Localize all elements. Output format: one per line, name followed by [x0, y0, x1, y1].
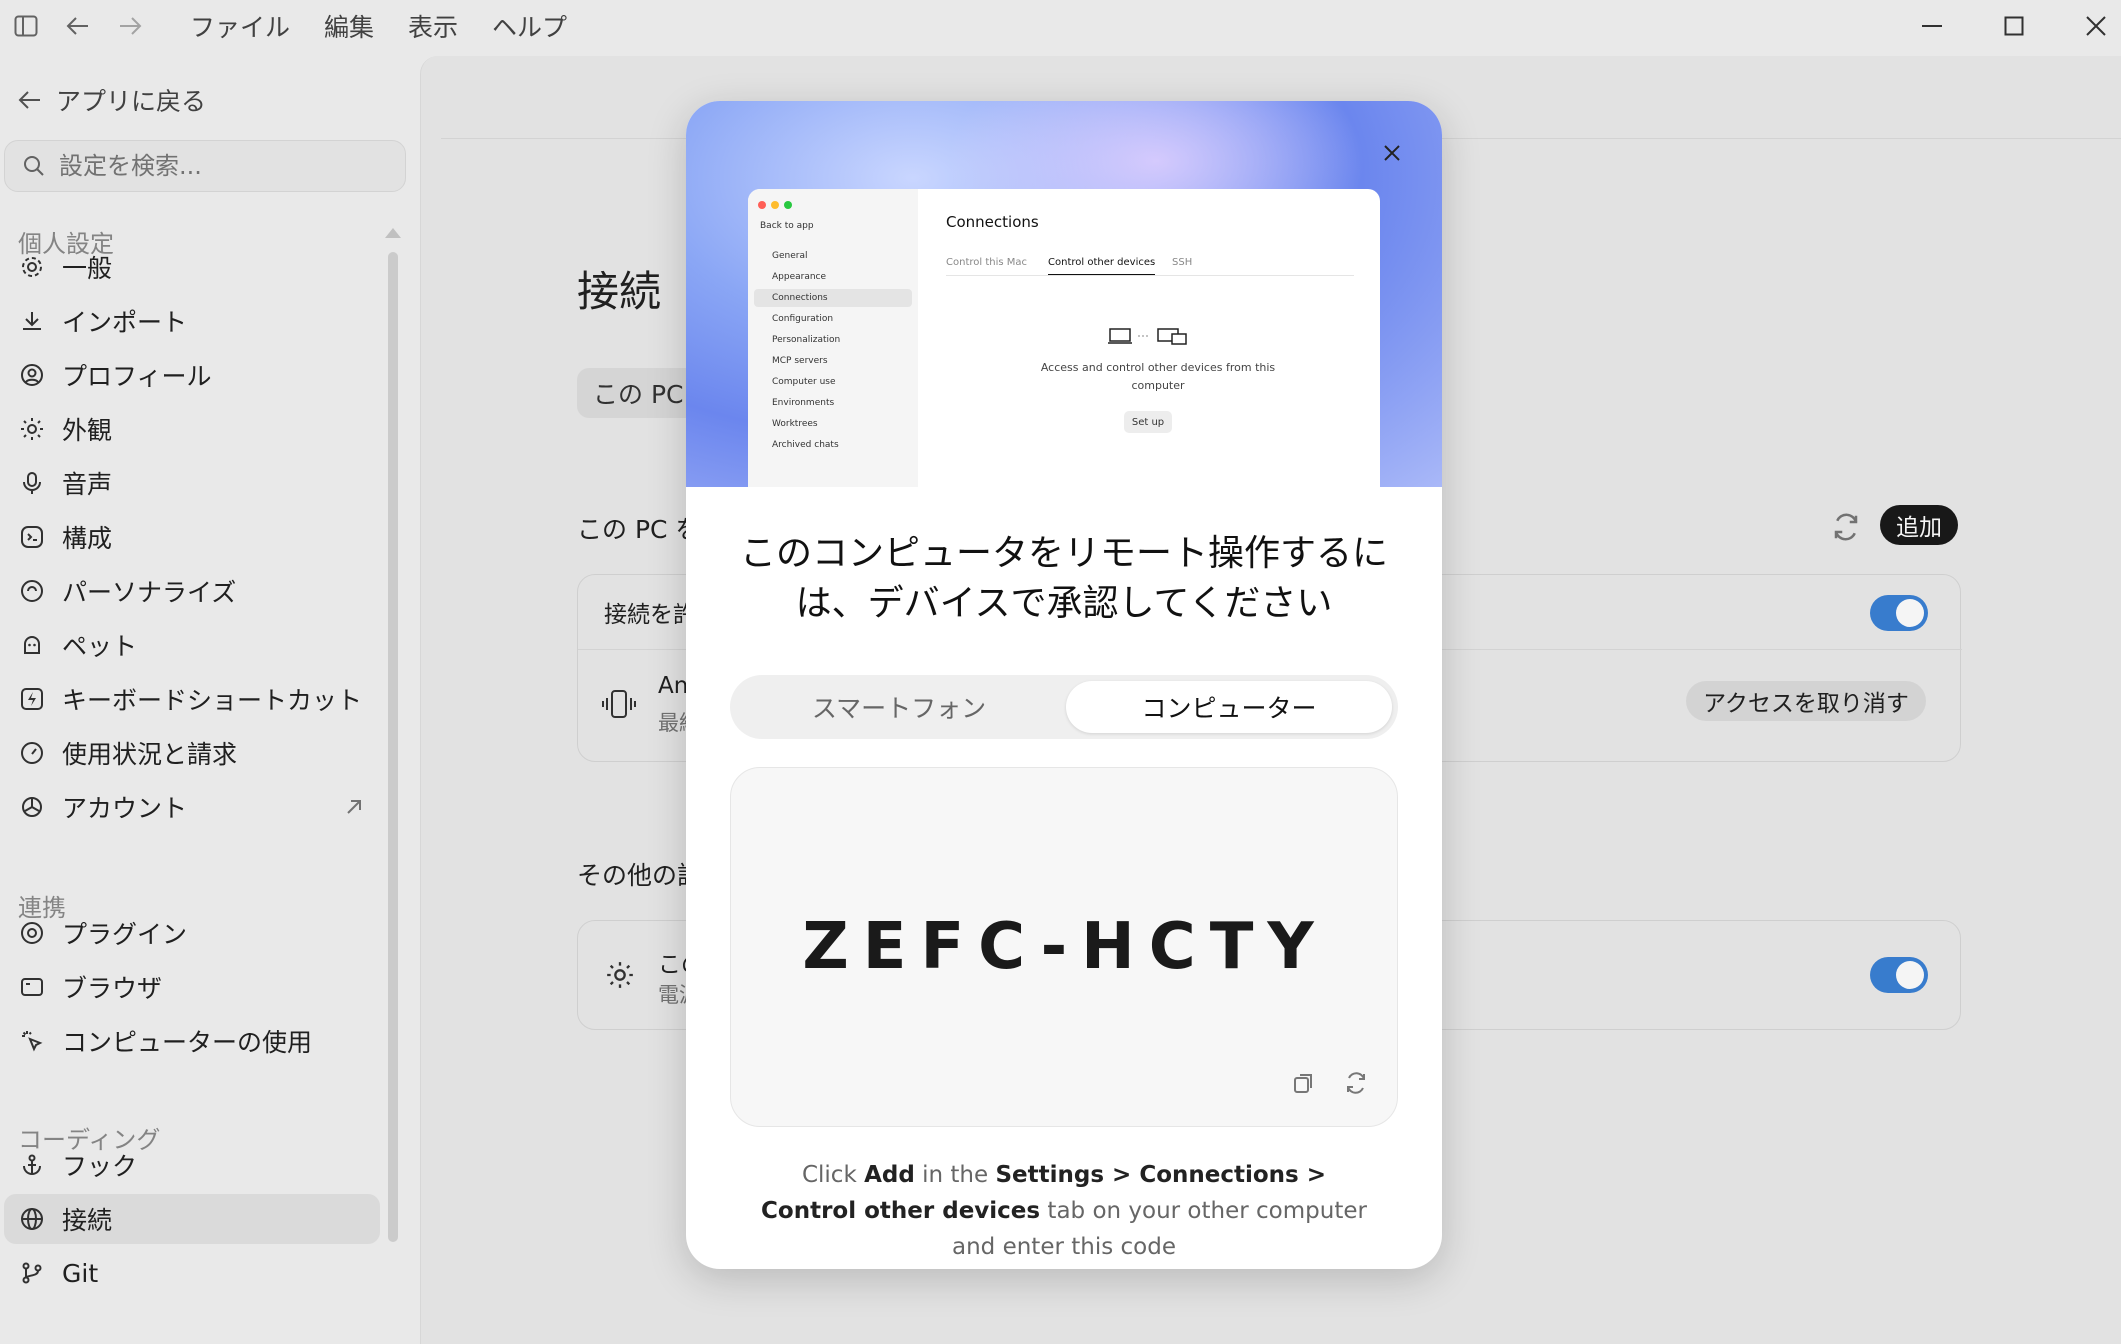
hint-add: Add	[864, 1162, 915, 1188]
device-type-segmented-control: スマートフォン コンピューター	[730, 675, 1398, 739]
copy-icon[interactable]	[1289, 1068, 1319, 1098]
settings-preview-image: Back to app General Appearance Connectio…	[748, 189, 1380, 487]
preview-item: MCP servers	[772, 356, 828, 366]
window-dots	[758, 201, 792, 209]
instructions-text: Click Add in the Settings > Connections …	[756, 1157, 1372, 1265]
preview-back: Back to app	[760, 221, 814, 231]
hint-text: Click	[801, 1162, 865, 1188]
preview-setup-button: Set up	[1124, 411, 1172, 433]
preview-sidebar: Back to app General Appearance Connectio…	[748, 189, 918, 487]
dialog-title-line-1: このコンピュータをリモート操作するに	[739, 533, 1388, 574]
dialog-title-line-2: は、デバイスで承認してください	[795, 583, 1333, 624]
pairing-code-card: ZEFC-HCTY	[730, 767, 1398, 1127]
preview-description: Access and control other devices from th…	[1040, 361, 1276, 392]
dialog-title: このコンピュータをリモート操作するに は、デバイスで承認してください	[686, 529, 1442, 629]
preview-item: General	[772, 251, 808, 261]
preview-item: Appearance	[772, 272, 827, 282]
preview-item: Computer use	[772, 377, 836, 387]
preview-item: Archived chats	[772, 440, 839, 450]
divider	[946, 275, 1354, 276]
hero-banner: Back to app General Appearance Connectio…	[686, 101, 1442, 487]
preview-item: Personalization	[772, 335, 841, 345]
preview-item: Worktrees	[772, 419, 818, 429]
pairing-code: ZEFC-HCTY	[802, 910, 1328, 984]
remote-approval-dialog: Back to app General Appearance Connectio…	[686, 101, 1442, 1269]
preview-item: Environments	[772, 398, 835, 408]
preview-tab: Control this Mac	[946, 257, 1028, 268]
hint-text: in the	[914, 1162, 996, 1188]
tab-smartphone[interactable]: スマートフォン	[736, 681, 1062, 733]
tab-computer[interactable]: コンピューター	[1066, 681, 1392, 733]
preview-tab: SSH	[1172, 257, 1193, 268]
preview-tab: Control other devices	[1048, 257, 1156, 275]
close-icon[interactable]	[1374, 135, 1410, 171]
devices-icon	[1108, 325, 1192, 351]
preview-item: Configuration	[772, 314, 834, 324]
regenerate-icon[interactable]	[1341, 1068, 1371, 1098]
preview-title: Connections	[946, 213, 1039, 231]
preview-item: Connections	[754, 289, 912, 307]
